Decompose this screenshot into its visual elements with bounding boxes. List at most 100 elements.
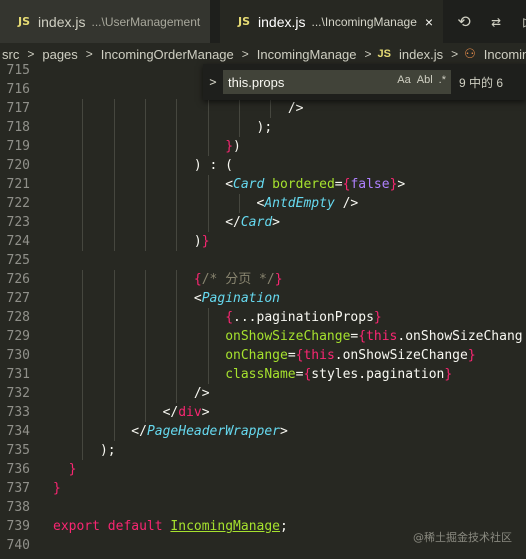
breadcrumb-item-incomingordermanage[interactable]: IncomingOrderManage — [99, 47, 236, 62]
line-number: 732 — [6, 386, 30, 401]
code-line[interactable]: 726 {/* 分页 */} — [0, 270, 526, 289]
line-number: 734 — [6, 424, 30, 439]
code-text: {...paginationProps} — [225, 310, 382, 325]
code-line[interactable]: 725 — [0, 251, 526, 270]
code-line[interactable]: 730 onChange={this.onShowSizeChange} — [0, 346, 526, 365]
code-text: className={styles.pagination} — [225, 367, 453, 382]
code-line[interactable]: 721 <Card bordered={false}> — [0, 175, 526, 194]
javascript-file-icon: JS — [238, 15, 251, 28]
chevron-right-icon: > — [85, 47, 93, 61]
line-number: 724 — [6, 234, 30, 249]
line-number: 715 — [6, 63, 30, 78]
code-line[interactable]: 735 ); — [0, 441, 526, 460]
tab-path: ...\IncomingManage — [311, 14, 417, 29]
breadcrumb-item-incomingmanage[interactable]: IncomingManage — [255, 47, 359, 62]
code-text: export default IncomingManage; — [53, 519, 288, 534]
run-icon[interactable]: ▷ — [519, 12, 526, 31]
line-number: 730 — [6, 348, 30, 363]
code-line[interactable]: 719 }) — [0, 137, 526, 156]
code-line[interactable]: 723 </Card> — [0, 213, 526, 232]
editor-actions: ⟲ ⇄ ▷ — [455, 0, 526, 43]
chevron-right-icon: > — [241, 47, 249, 61]
code-text: } — [53, 481, 61, 496]
breadcrumb-item-src[interactable]: src — [0, 47, 21, 62]
code-line[interactable]: 732 /> — [0, 384, 526, 403]
code-text: )} — [53, 234, 210, 249]
find-widget: > this.props Aa Abl .* 9 中的 6 — [203, 64, 526, 100]
code-line[interactable]: 724 )} — [0, 232, 526, 251]
find-input[interactable]: this.props Aa Abl .* — [223, 70, 451, 94]
line-number: 722 — [6, 196, 30, 211]
line-number: 737 — [6, 481, 30, 496]
line-number: 716 — [6, 82, 30, 97]
close-icon[interactable]: × — [425, 14, 433, 30]
find-query: this.props — [228, 74, 285, 90]
code-line[interactable]: 722 <AntdEmpty /> — [0, 194, 526, 213]
source-control-icon[interactable]: ⇄ — [487, 12, 505, 31]
line-number: 739 — [6, 519, 30, 534]
code-text: <AntdEmpty /> — [256, 196, 359, 211]
class-symbol-icon: ⚇ — [464, 46, 476, 61]
code-line[interactable]: 738 — [0, 498, 526, 517]
line-number: 726 — [6, 272, 30, 287]
line-number: 717 — [6, 101, 30, 116]
code-line[interactable]: 734 </PageHeaderWrapper> — [0, 422, 526, 441]
code-line[interactable]: 717 /> — [0, 99, 526, 118]
line-number: 727 — [6, 291, 30, 306]
code-text: ) : ( — [53, 158, 234, 173]
line-number: 731 — [6, 367, 30, 382]
line-number: 738 — [6, 500, 30, 515]
code-text: </div> — [162, 405, 210, 420]
whole-word-icon[interactable]: Abl — [417, 74, 433, 86]
tab-bar: JS index.js ...\UserManagement JS index.… — [0, 0, 526, 43]
line-number: 729 — [6, 329, 30, 344]
toggle-replace-icon[interactable]: > — [203, 75, 223, 89]
code-line[interactable]: 731 className={styles.pagination} — [0, 365, 526, 384]
line-number: 723 — [6, 215, 30, 230]
line-number: 733 — [6, 405, 30, 420]
code-editor[interactable]: 715 716 717 /> 718 ); 719 }) 720 ) : (721 <Ca… — [0, 61, 526, 559]
code-line[interactable]: 718 ); — [0, 118, 526, 137]
code-text: onChange={this.onShowSizeChange} — [225, 348, 476, 363]
code-text: onShowSizeChange={this.onShowSizeChang — [225, 329, 523, 344]
watermark: @稀土掘金技术社区 — [413, 531, 512, 544]
tab-filename: index.js — [38, 13, 86, 30]
breadcrumb-item-pages[interactable]: pages — [40, 47, 79, 62]
tab-path: ...\UserManagement — [91, 14, 201, 29]
history-icon[interactable]: ⟲ — [455, 12, 473, 31]
code-text: </Card> — [225, 215, 280, 230]
code-line[interactable]: 720 ) : ( — [0, 156, 526, 175]
code-line[interactable]: 736 } — [0, 460, 526, 479]
code-text: </PageHeaderWrapper> — [131, 424, 288, 439]
code-line[interactable]: 733 </div> — [0, 403, 526, 422]
code-text: <Pagination — [193, 291, 280, 306]
code-text: /> — [287, 101, 304, 116]
chevron-right-icon: > — [27, 47, 35, 61]
line-number: 725 — [6, 253, 30, 268]
code-line[interactable]: 728 {...paginationProps} — [0, 308, 526, 327]
breadcrumb-item-file[interactable]: index.js — [397, 47, 445, 62]
code-line[interactable]: 729 onShowSizeChange={this.onShowSizeCha… — [0, 327, 526, 346]
code-text: {/* 分页 */} — [193, 272, 283, 287]
breadcrumb-item-symbol[interactable]: IncomingMana — [482, 47, 526, 62]
line-number: 721 — [6, 177, 30, 192]
code-line[interactable]: 737} — [0, 479, 526, 498]
code-text: <Card bordered={false}> — [225, 177, 406, 192]
chevron-right-icon: > — [451, 47, 459, 61]
code-text: ); — [53, 443, 116, 458]
code-line[interactable]: 727 <Pagination — [0, 289, 526, 308]
tab-filename: index.js — [258, 13, 306, 30]
tab-usermanagement-index[interactable]: JS index.js ...\UserManagement — [0, 0, 210, 43]
regex-icon[interactable]: .* — [439, 74, 446, 86]
code-text: }) — [225, 139, 241, 154]
line-number: 719 — [6, 139, 30, 154]
javascript-file-icon: JS — [18, 15, 31, 28]
code-text: ); — [53, 120, 273, 135]
match-case-icon[interactable]: Aa — [397, 74, 410, 86]
code-text: /> — [193, 386, 210, 401]
find-options: Aa Abl .* — [397, 74, 446, 86]
javascript-file-icon: JS — [377, 48, 391, 60]
line-number: 740 — [6, 538, 30, 553]
tab-incomingmanage-index[interactable]: JS index.js ...\IncomingManage × — [220, 0, 444, 43]
chevron-right-icon: > — [364, 47, 372, 61]
